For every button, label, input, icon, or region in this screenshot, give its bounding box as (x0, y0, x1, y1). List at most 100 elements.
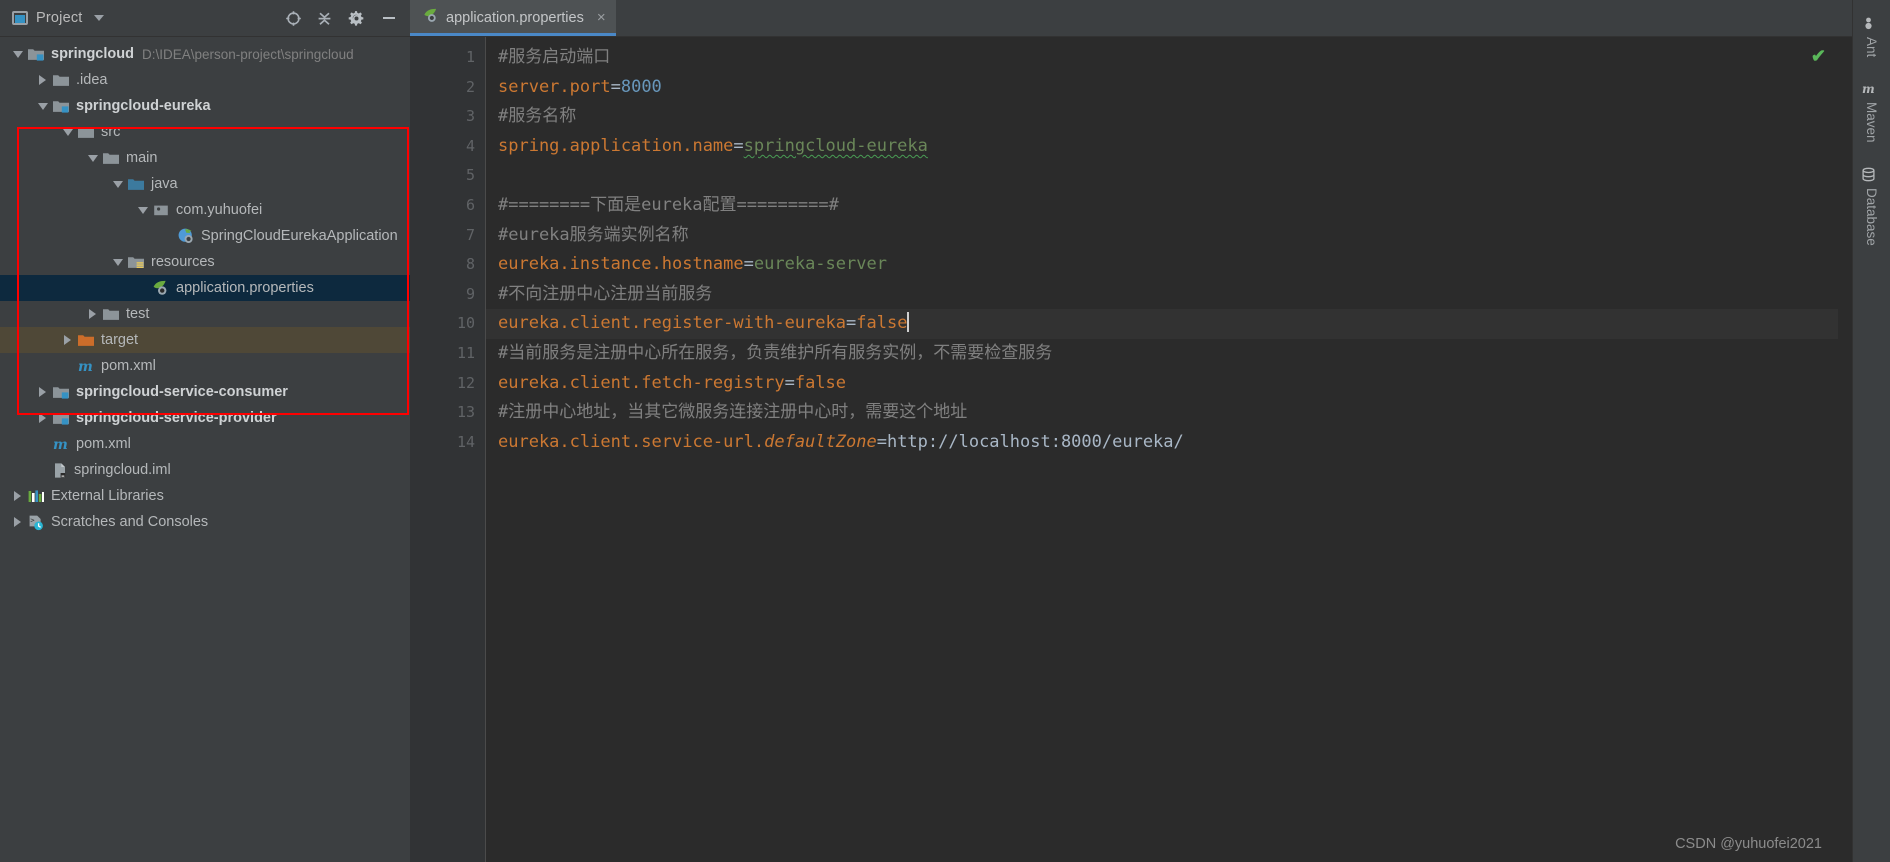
code-line-9[interactable]: #不向注册中心注册当前服务 (486, 280, 1838, 310)
spring-properties-icon (152, 279, 170, 297)
code-line-4[interactable]: spring.application.name=springcloud-eure… (486, 132, 1838, 162)
chevron-right-icon[interactable] (10, 515, 25, 530)
tree-row[interactable]: target (0, 327, 410, 353)
tree-row[interactable]: springcloud-service-provider (0, 405, 410, 431)
code-line-12[interactable]: eureka.client.fetch-registry=false (486, 369, 1838, 399)
chevron-down-icon[interactable] (135, 203, 150, 218)
tool-tab-ant[interactable]: Ant (1861, 6, 1882, 71)
chevron-right-icon[interactable] (10, 489, 25, 504)
tool-tab-label: Maven (1864, 102, 1879, 143)
chevron-down-icon[interactable] (35, 99, 50, 114)
collapse-all-icon[interactable] (316, 10, 333, 27)
code-comment: #========下面是eureka配置=========# (498, 194, 839, 215)
chevron-right-icon[interactable] (85, 307, 100, 322)
line-number: 13 (456, 403, 475, 422)
chevron-down-icon[interactable] (93, 15, 104, 21)
tree-row[interactable]: springcloud-service-consumer (0, 379, 410, 405)
tool-tab-maven[interactable]: m Maven (1861, 71, 1882, 157)
project-tree[interactable]: springcloud D:\IDEA\person-project\spring… (0, 37, 410, 862)
code-line-5[interactable] (486, 161, 1838, 191)
code-line-1[interactable]: #服务启动端口 (486, 43, 1838, 73)
external-libraries-icon (27, 488, 45, 504)
chevron-down-icon[interactable] (10, 47, 25, 62)
code-line-10[interactable]: eureka.client.register-with-eureka=false (486, 309, 1838, 339)
chevron-right-icon[interactable] (35, 73, 50, 88)
tree-row[interactable]: springcloud-eureka (0, 93, 410, 119)
folder-icon (102, 306, 120, 322)
chevron-right-icon[interactable] (35, 385, 50, 400)
tree-twisty-placeholder (35, 463, 50, 478)
tool-tab-database[interactable]: Database (1861, 157, 1882, 260)
tree-row-label: target (101, 332, 139, 348)
property-key: eureka.instance.hostname (498, 254, 744, 275)
property-key-italic-part: defaultZone (764, 431, 877, 452)
tree-row[interactable]: .idea (0, 67, 410, 93)
code-line-6[interactable]: #========下面是eureka配置=========# (486, 191, 1838, 221)
editor-gutter[interactable]: 1 2 3 4 5 6 7 8 9 10 11 12 13 14 (410, 37, 486, 862)
chevron-down-icon[interactable] (60, 125, 75, 140)
line-number: 8 (465, 255, 475, 274)
tree-row-label: pom.xml (101, 358, 156, 374)
tree-twisty-placeholder (60, 359, 75, 374)
inspections-ok-icon[interactable]: ✔ (1811, 47, 1826, 65)
chevron-right-icon[interactable] (35, 411, 50, 426)
property-value: 8000 (620, 76, 662, 97)
tree-row[interactable]: resources (0, 249, 410, 275)
tree-row[interactable]: main (0, 145, 410, 171)
locate-in-tree-icon[interactable] (285, 10, 302, 27)
property-value: eureka-server (753, 254, 887, 275)
chevron-down-icon[interactable] (85, 151, 100, 166)
editor-tab-application-properties[interactable]: application.properties × (410, 0, 616, 36)
code-comment: #eureka服务端实例名称 (498, 224, 689, 245)
editor-code-content[interactable]: #服务启动端口 server.port=8000 #服务名称 spring.appli… (486, 37, 1838, 862)
editor-vertical-scrollbar[interactable] (1838, 37, 1852, 862)
property-value: springcloud-eureka (743, 135, 928, 156)
code-line-7[interactable]: #eureka服务端实例名称 (486, 221, 1838, 251)
tree-row[interactable]: External Libraries (0, 483, 410, 509)
watermark-label: CSDN @yuhuofei2021 (1675, 836, 1822, 852)
spring-boot-class-icon (177, 227, 195, 245)
code-line-2[interactable]: server.port=8000 (486, 73, 1838, 103)
property-key: spring.application.name (498, 135, 734, 156)
code-line-14[interactable]: eureka.client.service-url.defaultZone=ht… (486, 428, 1838, 458)
tree-row[interactable]: m pom.xml (0, 431, 410, 457)
property-key: eureka.client.fetch-registry (498, 372, 785, 393)
code-line-13[interactable]: #注册中心地址，当其它微服务连接注册中心时，需要这个地址 (486, 398, 1838, 428)
tree-row-label: src (101, 124, 121, 140)
code-line-11[interactable]: #当前服务是注册中心所在服务，负责维护所有服务实例，不需要检查服务 (486, 339, 1838, 369)
tree-row-label: springcloud-eureka (76, 98, 211, 114)
project-panel-title-group[interactable]: Project (12, 10, 104, 26)
idea-window: Project springcloud D:\IDEA\person-proje… (0, 0, 1890, 862)
svg-text:m: m (78, 359, 93, 374)
settings-gear-icon[interactable] (347, 9, 366, 28)
equals-sign: = (733, 135, 744, 156)
project-tool-window: Project springcloud D:\IDEA\person-proje… (0, 0, 410, 862)
code-line-3[interactable]: #服务名称 (486, 102, 1838, 132)
chevron-down-icon[interactable] (110, 255, 125, 270)
tree-row[interactable]: java (0, 171, 410, 197)
tree-row[interactable]: SpringCloudEurekaApplication (0, 223, 410, 249)
tree-row[interactable]: com.yuhuofei (0, 197, 410, 223)
tree-row-label: springcloud (51, 46, 134, 62)
tree-row[interactable]: >_ Scratches and Consoles (0, 509, 410, 535)
maven-pom-icon: m (52, 436, 70, 452)
iml-module-file-icon (52, 462, 68, 479)
tree-row[interactable]: application.properties (0, 275, 410, 301)
hide-panel-icon[interactable] (380, 9, 398, 27)
tree-row[interactable]: test (0, 301, 410, 327)
chevron-right-icon[interactable] (60, 333, 75, 348)
line-number: 3 (465, 107, 475, 126)
module-folder-icon (52, 410, 70, 426)
tree-row[interactable]: springcloud.iml (0, 457, 410, 483)
equals-sign: = (846, 313, 857, 334)
line-number: 1 (465, 48, 475, 66)
tree-row[interactable]: springcloud D:\IDEA\person-project\spring… (0, 41, 410, 67)
tree-row[interactable]: m pom.xml (0, 353, 410, 379)
editor-tab-bar: application.properties × (410, 0, 1852, 37)
tree-row-label: java (151, 176, 178, 192)
close-icon[interactable]: × (597, 10, 606, 25)
chevron-down-icon[interactable] (110, 177, 125, 192)
tree-row[interactable]: src (0, 119, 410, 145)
project-panel-header: Project (0, 0, 410, 37)
code-line-8[interactable]: eureka.instance.hostname=eureka-server (486, 250, 1838, 280)
